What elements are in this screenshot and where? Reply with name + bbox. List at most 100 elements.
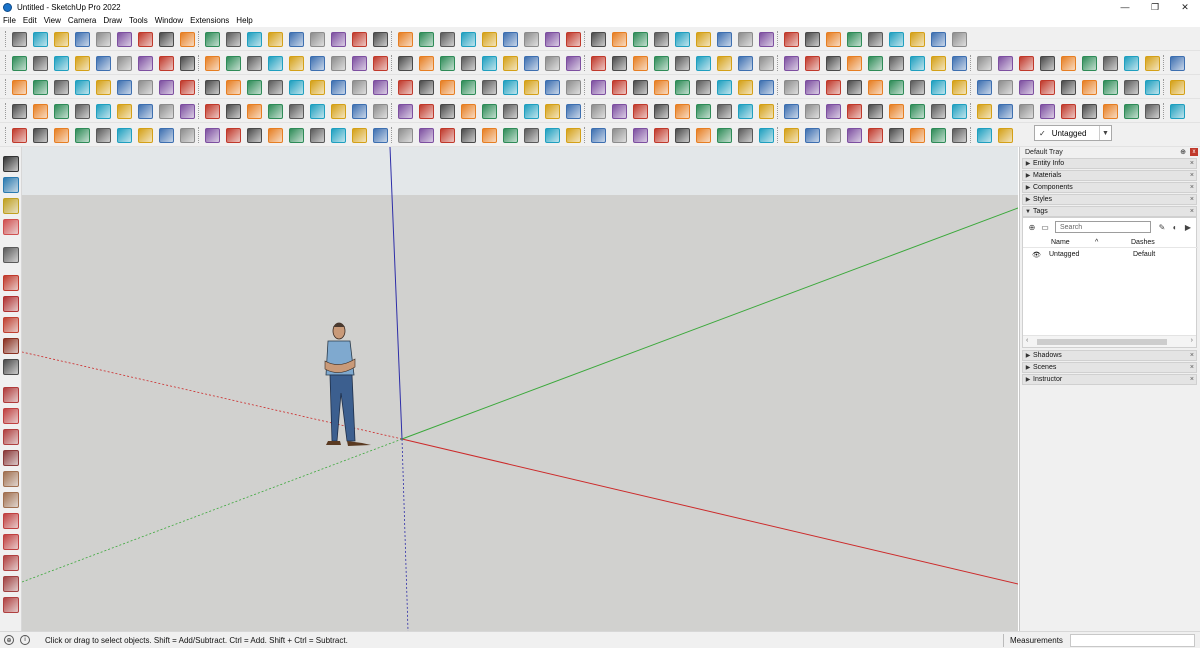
toolbar-grip[interactable] — [584, 103, 586, 119]
geo-location-icon[interactable]: ⊕ — [4, 635, 14, 645]
toolbar-tool-icon[interactable] — [138, 104, 153, 119]
toolbar-tool-icon[interactable] — [524, 104, 539, 119]
toolbar-tool-icon[interactable] — [633, 104, 648, 119]
toolbar-tool-icon[interactable] — [612, 128, 627, 143]
toolbar-tool-icon[interactable] — [331, 80, 346, 95]
toolbar-tool-icon[interactable] — [352, 32, 367, 47]
toolbar-tool-icon[interactable] — [805, 56, 820, 71]
panel-entity-info[interactable]: ▶ Entity Info × — [1022, 158, 1197, 169]
panel-instructor[interactable]: ▶ Instructor × — [1022, 374, 1197, 385]
tool-icon[interactable] — [3, 387, 19, 403]
toolbar-tool-icon[interactable] — [352, 104, 367, 119]
toolbar-tool-icon[interactable] — [675, 80, 690, 95]
toolbar-tool-icon[interactable] — [889, 104, 904, 119]
toolbar-tool-icon[interactable] — [759, 80, 774, 95]
close-icon[interactable]: × — [1190, 196, 1194, 203]
toolbar-tool-icon[interactable] — [96, 128, 111, 143]
panel-materials[interactable]: ▶ Materials × — [1022, 170, 1197, 181]
toolbar-tool-icon[interactable] — [759, 104, 774, 119]
toolbar-tool-icon[interactable] — [826, 32, 841, 47]
toolbar-tool-icon[interactable] — [612, 104, 627, 119]
toolbar-tool-icon[interactable] — [633, 32, 648, 47]
toolbar-tool-icon[interactable] — [180, 80, 195, 95]
toolbar-tool-icon[interactable] — [54, 104, 69, 119]
toolbar-tool-icon[interactable] — [419, 56, 434, 71]
panel-tags[interactable]: ▼ Tags × — [1022, 206, 1197, 217]
toolbar-tool-icon[interactable] — [461, 104, 476, 119]
toolbar-tool-icon[interactable] — [159, 32, 174, 47]
toolbar-tool-icon[interactable] — [503, 32, 518, 47]
toolbar-tool-icon[interactable] — [1082, 104, 1097, 119]
toolbar-tool-icon[interactable] — [805, 32, 820, 47]
toolbar-grip[interactable] — [777, 31, 779, 47]
toolbar-tool-icon[interactable] — [289, 80, 304, 95]
toolbar-tool-icon[interactable] — [117, 128, 132, 143]
toolbar-tool-icon[interactable] — [440, 80, 455, 95]
toolbar-grip[interactable] — [584, 55, 586, 71]
toolbar-tool-icon[interactable] — [398, 32, 413, 47]
toolbar-tool-icon[interactable] — [910, 32, 925, 47]
panel-scenes[interactable]: ▶ Scenes × — [1022, 362, 1197, 373]
toolbar-tool-icon[interactable] — [868, 32, 883, 47]
tool-icon[interactable] — [3, 198, 19, 214]
toolbar-tool-icon[interactable] — [889, 80, 904, 95]
toolbar-tool-icon[interactable] — [717, 80, 732, 95]
toolbar-tool-icon[interactable] — [33, 32, 48, 47]
toolbar-tool-icon[interactable] — [12, 128, 27, 143]
toolbar-tool-icon[interactable] — [1124, 104, 1139, 119]
toolbar-tool-icon[interactable] — [952, 128, 967, 143]
toolbar-tool-icon[interactable] — [998, 128, 1013, 143]
toolbar-tool-icon[interactable] — [268, 80, 283, 95]
toolbar-grip[interactable] — [391, 55, 393, 71]
toolbar-tool-icon[interactable] — [566, 128, 581, 143]
toolbar-tool-icon[interactable] — [96, 32, 111, 47]
toolbar-tool-icon[interactable] — [931, 56, 946, 71]
toolbar-tool-icon[interactable] — [289, 32, 304, 47]
tool-icon[interactable] — [3, 492, 19, 508]
tool-icon[interactable] — [3, 513, 19, 529]
scene-canvas[interactable] — [22, 147, 1018, 631]
toolbar-tool-icon[interactable] — [12, 80, 27, 95]
toolbar-tool-icon[interactable] — [331, 128, 346, 143]
toolbar-grip[interactable] — [1163, 79, 1165, 95]
tool-icon[interactable] — [3, 338, 19, 354]
toolbar-tool-icon[interactable] — [784, 32, 799, 47]
toolbar-tool-icon[interactable] — [805, 80, 820, 95]
toolbar-tool-icon[interactable] — [1019, 104, 1034, 119]
toolbar-tool-icon[interactable] — [268, 32, 283, 47]
toolbar-tool-icon[interactable] — [289, 56, 304, 71]
toolbar-tool-icon[interactable] — [654, 128, 669, 143]
toolbar-tool-icon[interactable] — [738, 104, 753, 119]
toolbar-tool-icon[interactable] — [738, 80, 753, 95]
toolbar-tool-icon[interactable] — [419, 32, 434, 47]
toolbar-tool-icon[interactable] — [1082, 56, 1097, 71]
toolbar-tool-icon[interactable] — [524, 32, 539, 47]
toolbar-tool-icon[interactable] — [931, 80, 946, 95]
toolbar-grip[interactable] — [584, 127, 586, 143]
toolbar-tool-icon[interactable] — [12, 104, 27, 119]
toolbar-tool-icon[interactable] — [1124, 56, 1139, 71]
toolbar-tool-icon[interactable] — [591, 32, 606, 47]
toolbar-grip[interactable] — [391, 103, 393, 119]
toolbar-tool-icon[interactable] — [717, 32, 732, 47]
toolbar-grip[interactable] — [5, 79, 7, 95]
toolbar-tool-icon[interactable] — [952, 104, 967, 119]
add-tag-icon[interactable]: ⊕ — [1027, 222, 1037, 232]
toolbar-tool-icon[interactable] — [784, 56, 799, 71]
toolbar-tool-icon[interactable] — [503, 56, 518, 71]
toolbar-tool-icon[interactable] — [33, 128, 48, 143]
toolbar-tool-icon[interactable] — [759, 128, 774, 143]
toolbar-tool-icon[interactable] — [566, 32, 581, 47]
toolbar-grip[interactable] — [198, 103, 200, 119]
tool-icon[interactable] — [3, 597, 19, 613]
toolbar-tool-icon[interactable] — [868, 56, 883, 71]
toolbar-tool-icon[interactable] — [373, 80, 388, 95]
pin-icon[interactable]: ⊕ — [1180, 148, 1186, 156]
toolbar-tool-icon[interactable] — [117, 104, 132, 119]
toolbar-tool-icon[interactable] — [696, 56, 711, 71]
toolbar-tool-icon[interactable] — [419, 104, 434, 119]
toolbar-tool-icon[interactable] — [373, 32, 388, 47]
toolbar-tool-icon[interactable] — [1170, 80, 1185, 95]
menu-edit[interactable]: Edit — [23, 16, 37, 25]
toolbar-tool-icon[interactable] — [654, 80, 669, 95]
